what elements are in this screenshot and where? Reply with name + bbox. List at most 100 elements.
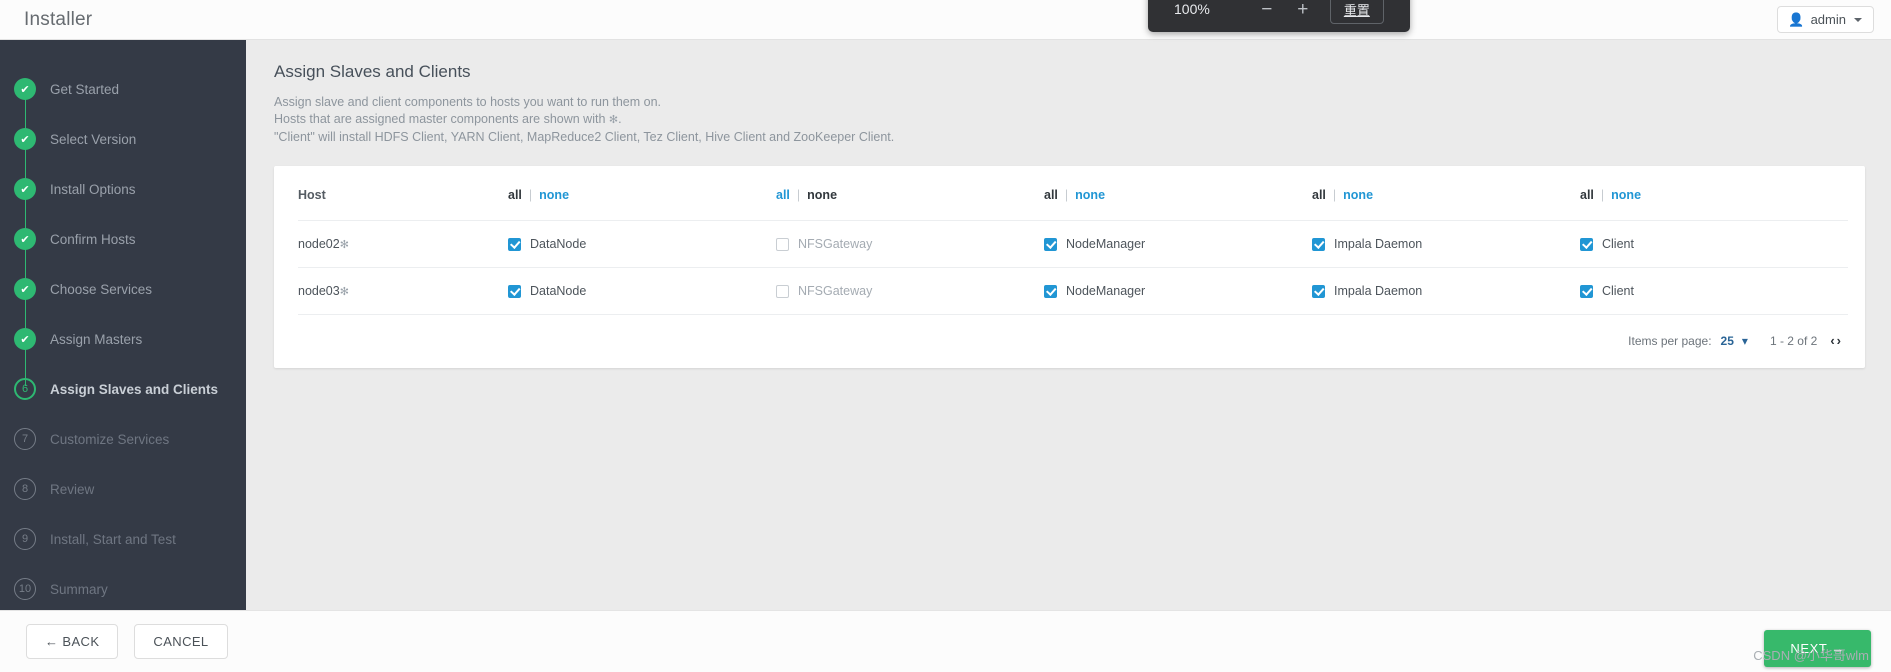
step-number-badge: 8 — [14, 478, 36, 500]
component-cell: Impala Daemon — [1312, 220, 1580, 268]
wizard-step-list: ✔ Get Started ✔ Select Version ✔ Install Opti… — [0, 64, 246, 614]
checkbox-checked-icon[interactable] — [1312, 237, 1325, 251]
zoom-reset-button[interactable]: 重置 — [1329, 0, 1384, 24]
check-icon: ✔ — [14, 78, 36, 100]
link-separator: | — [528, 188, 533, 202]
select-all-link-5[interactable]: all — [1580, 188, 1594, 202]
table-header-row: Host all | none all | none all | none all | none all… — [298, 166, 1848, 221]
component-toggle[interactable]: DataNode — [508, 237, 776, 251]
host-cell: node03✻ — [298, 267, 508, 315]
select-none-link-3[interactable]: none — [1075, 188, 1105, 202]
sidebar-step-get-started[interactable]: ✔ Get Started — [0, 64, 246, 114]
assignment-table-head: Host all | none all | none all | none all | none all… — [298, 166, 1848, 221]
check-icon: ✔ — [14, 178, 36, 200]
description-line-3: "Client" will install HDFS Client, YARN … — [274, 130, 895, 144]
sidebar-step-label: Assign Slaves and Clients — [50, 381, 219, 397]
component-toggle[interactable]: Client — [1580, 284, 1848, 298]
assignment-card: Host all | none all | none all | none all | none all… — [274, 166, 1865, 368]
chevron-down-icon — [1854, 17, 1862, 22]
items-per-page-value[interactable]: 25 — [1721, 334, 1734, 348]
sidebar-step-install-options[interactable]: ✔ Install Options — [0, 164, 246, 214]
component-toggle[interactable]: NFSGateway — [776, 237, 1044, 251]
component-cell: NFSGateway — [776, 220, 1044, 268]
step-number-badge: 7 — [14, 428, 36, 450]
component-cell: Client — [1580, 220, 1848, 268]
installer-page: Installer 👤 admin 100% − + 重置 ✔ Get Start… — [0, 0, 1891, 672]
sidebar-step-customize-services[interactable]: 7 Customize Services — [0, 414, 246, 464]
zoom-out-button[interactable]: − — [1254, 0, 1280, 19]
sidebar-step-install-start-and-test[interactable]: 9 Install, Start and Test — [0, 514, 246, 564]
select-none-link-5[interactable]: none — [1611, 188, 1641, 202]
sidebar-step-assign-slaves-and-clients[interactable]: 6 Assign Slaves and Clients — [0, 364, 246, 414]
select-none-link-2[interactable]: none — [807, 188, 837, 202]
person-icon: 👤 — [1788, 12, 1805, 27]
wizard-footer: ← BACK CANCEL CSDN @小华哥wlm NEXT → — [0, 610, 1891, 672]
component-label: DataNode — [530, 237, 587, 251]
pagination-nav[interactable]: ‹ › — [1830, 333, 1841, 348]
sidebar-step-label: Confirm Hosts — [50, 231, 136, 247]
step-number-badge: 10 — [14, 578, 36, 600]
sidebar-step-summary[interactable]: 10 Summary — [0, 564, 246, 614]
table-row: node03✻ DataNode NFSGateway NodeManager Impa… — [298, 267, 1848, 315]
component-label: NFSGateway — [798, 237, 873, 251]
sidebar-step-label: Customize Services — [50, 431, 170, 447]
component-toggle[interactable]: Client — [1580, 237, 1848, 251]
sidebar-step-label: Review — [50, 481, 95, 497]
component-label: NFSGateway — [798, 284, 873, 298]
component-cell: Impala Daemon — [1312, 267, 1580, 315]
checkbox-checked-icon[interactable] — [1580, 237, 1593, 251]
select-all-link-2[interactable]: all — [776, 188, 790, 202]
component-label: Impala Daemon — [1334, 284, 1423, 298]
sidebar-step-select-version[interactable]: ✔ Select Version — [0, 114, 246, 164]
component-toggle[interactable]: NFSGateway — [776, 284, 1044, 298]
pagination-range-label: 1 - 2 of 2 — [1769, 333, 1818, 348]
component-toggle[interactable]: NodeManager — [1044, 284, 1312, 298]
component-cell: DataNode — [508, 220, 776, 268]
checkbox-checked-icon[interactable] — [1044, 237, 1057, 251]
component-toggle[interactable]: Impala Daemon — [1312, 237, 1580, 251]
select-none-link-4[interactable]: none — [1343, 188, 1373, 202]
host-name: node02 — [298, 237, 340, 251]
column-header-controls-1: all | none — [508, 166, 776, 221]
items-per-page-chevron-down-icon[interactable]: ▾ — [1742, 334, 1748, 348]
app-title: Installer — [24, 8, 93, 30]
checkbox-checked-icon[interactable] — [1044, 284, 1057, 298]
select-none-link-1[interactable]: none — [539, 188, 569, 202]
component-toggle[interactable]: DataNode — [508, 284, 776, 298]
admin-menu-button[interactable]: 👤 admin — [1777, 6, 1874, 33]
checkbox-checked-icon[interactable] — [1312, 284, 1325, 298]
checkbox-unchecked-icon[interactable] — [776, 237, 789, 251]
checkbox-checked-icon[interactable] — [508, 237, 521, 251]
select-all-link-1[interactable]: all — [508, 188, 522, 202]
check-icon: ✔ — [14, 128, 36, 150]
zoom-in-button[interactable]: + — [1290, 0, 1316, 19]
cancel-button[interactable]: CANCEL — [134, 624, 228, 659]
check-icon: ✔ — [14, 328, 36, 350]
description-line-2-period: . — [618, 112, 622, 126]
sidebar-step-confirm-hosts[interactable]: ✔ Confirm Hosts — [0, 214, 246, 264]
component-label: NodeManager — [1066, 237, 1146, 251]
sidebar-step-label: Summary — [50, 581, 108, 597]
checkbox-unchecked-icon[interactable] — [776, 284, 789, 298]
admin-menu-label: admin — [1810, 12, 1846, 27]
sidebar-step-choose-services[interactable]: ✔ Choose Services — [0, 264, 246, 314]
component-toggle[interactable]: NodeManager — [1044, 237, 1312, 251]
check-icon: ✔ — [14, 228, 36, 250]
previous-page-button[interactable]: ‹ — [1830, 333, 1834, 348]
component-toggle[interactable]: Impala Daemon — [1312, 284, 1580, 298]
column-header-controls-2: all | none — [776, 166, 1044, 221]
top-bar-right: 👤 admin — [1777, 6, 1874, 33]
checkbox-checked-icon[interactable] — [508, 284, 521, 298]
component-cell: NodeManager — [1044, 220, 1312, 268]
back-button[interactable]: ← BACK — [26, 624, 119, 659]
next-page-button[interactable]: › — [1837, 333, 1841, 348]
sidebar-step-assign-masters[interactable]: ✔ Assign Masters — [0, 314, 246, 364]
component-cell: Client — [1580, 267, 1848, 315]
browser-zoom-popup[interactable]: 100% − + 重置 — [1148, 0, 1410, 32]
zoom-percent-label: 100% — [1174, 1, 1210, 17]
select-all-link-3[interactable]: all — [1044, 188, 1058, 202]
sidebar-step-review[interactable]: 8 Review — [0, 464, 246, 514]
checkbox-checked-icon[interactable] — [1580, 284, 1593, 298]
component-cell: NodeManager — [1044, 267, 1312, 315]
select-all-link-4[interactable]: all — [1312, 188, 1326, 202]
